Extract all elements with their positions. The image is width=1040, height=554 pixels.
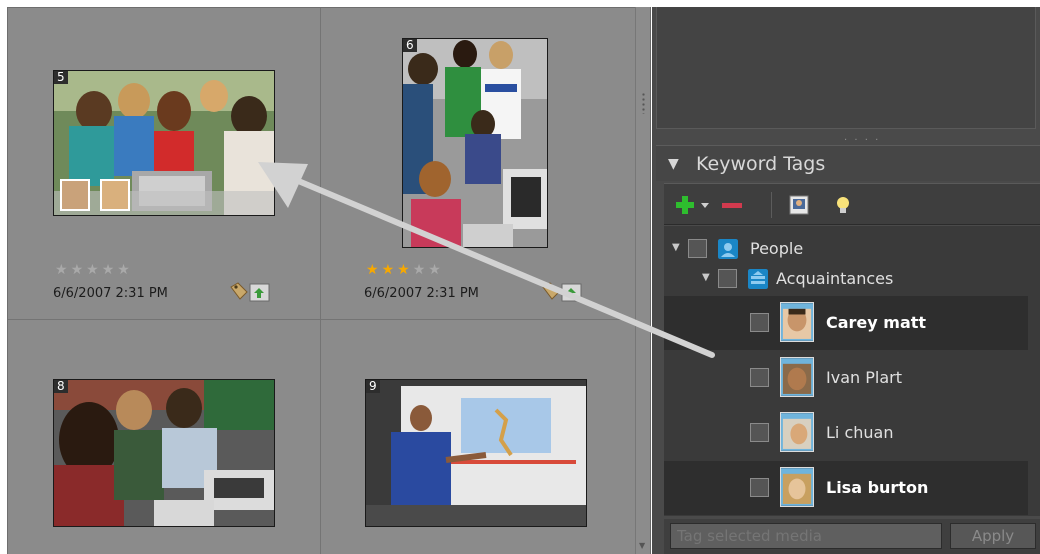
person-face-icon <box>780 412 814 452</box>
tag-info-icons-5[interactable] <box>228 281 274 303</box>
keyword-tags-panel: · · · · ▼ Keyword Tags ▼ People ▼ Acquai… <box>652 7 1040 554</box>
people-checkbox[interactable] <box>688 239 707 258</box>
star-icon[interactable]: ★ <box>55 262 71 278</box>
person-label[interactable]: Ivan Plart <box>826 368 902 387</box>
person-face-icon <box>780 357 814 397</box>
tag-info-icons-6[interactable] <box>540 281 586 303</box>
person-face-icon <box>780 302 814 342</box>
keyword-tree: ▼ People ▼ Acquaintances Carey matt Ivan… <box>664 226 1040 516</box>
person-label[interactable]: Lisa burton <box>826 478 928 497</box>
person-row-lisa[interactable]: Lisa burton <box>664 461 1028 515</box>
person-checkbox[interactable] <box>750 478 769 497</box>
toolbar-separator <box>771 192 772 218</box>
photo-thumbnail-9[interactable]: 9 <box>365 379 587 527</box>
expand-triangle-icon[interactable]: ▼ <box>668 156 679 172</box>
person-label[interactable]: Carey matt <box>826 313 926 332</box>
person-row-carey[interactable]: Carey matt <box>664 296 1028 350</box>
photo-date-5: 6/6/2007 2:31 PM <box>53 286 168 301</box>
grid-divider-horizontal <box>8 319 635 320</box>
person-face-icon <box>780 467 814 507</box>
star-icon[interactable]: ★ <box>397 262 413 278</box>
dropdown-arrow-icon[interactable] <box>700 194 710 216</box>
star-icon[interactable]: ★ <box>102 262 118 278</box>
panel-splitter[interactable]: ▼ <box>635 7 651 554</box>
photo-image <box>54 71 274 215</box>
star-icon[interactable]: ★ <box>117 262 133 278</box>
add-tag-icon[interactable] <box>674 194 696 216</box>
photo-date-6: 6/6/2007 2:31 PM <box>364 286 479 301</box>
photo-thumbnail-5[interactable]: 5 <box>53 70 275 216</box>
scroll-down-icon[interactable]: ▼ <box>639 541 645 550</box>
star-icon[interactable]: ★ <box>413 262 429 278</box>
photo-grid: 5 ★★★★★ 6/6/2007 2:31 PM 6 ★★★★★ 6/6/200… <box>7 7 635 554</box>
photo-number: 8 <box>54 380 68 393</box>
photo-number: 6 <box>403 39 417 52</box>
photo-number: 9 <box>366 380 380 393</box>
expand-acquaintances-icon[interactable]: ▼ <box>702 272 710 283</box>
person-checkbox[interactable] <box>750 423 769 442</box>
star-icon[interactable]: ★ <box>86 262 102 278</box>
photo-thumbnail-8[interactable]: 8 <box>53 379 275 527</box>
photo-thumbnail-6[interactable]: 6 <box>402 38 548 248</box>
apply-button[interactable]: Apply <box>950 523 1036 549</box>
acquaintances-category-icon <box>748 269 768 289</box>
tag-selected-media-input[interactable] <box>670 523 942 549</box>
grid-divider-vertical <box>320 8 321 554</box>
splitter-grip-icon[interactable] <box>642 92 645 114</box>
tag-footer: Apply <box>664 519 1040 554</box>
rating-stars-6[interactable]: ★★★★★ <box>366 262 444 278</box>
person-label[interactable]: Li chuan <box>826 423 893 442</box>
photo-image <box>366 380 586 526</box>
person-checkbox[interactable] <box>750 368 769 387</box>
photo-image <box>54 380 274 526</box>
star-icon[interactable]: ★ <box>428 262 444 278</box>
rating-stars-5[interactable]: ★★★★★ <box>55 262 133 278</box>
keyword-toolbar <box>664 183 1040 225</box>
person-row-ivan[interactable]: Ivan Plart <box>664 351 1028 405</box>
remove-tag-icon[interactable] <box>720 194 744 216</box>
panel-title: Keyword Tags <box>696 153 826 175</box>
category-label-people[interactable]: People <box>750 239 803 258</box>
person-tag-icon[interactable] <box>788 194 810 216</box>
category-label-acquaintances[interactable]: Acquaintances <box>776 269 893 288</box>
people-category-icon <box>718 239 738 259</box>
photo-image <box>403 39 547 247</box>
acquaintances-checkbox[interactable] <box>718 269 737 288</box>
star-icon[interactable]: ★ <box>366 262 382 278</box>
expand-people-icon[interactable]: ▼ <box>672 242 680 253</box>
person-row-li[interactable]: Li chuan <box>664 406 1028 460</box>
star-icon[interactable]: ★ <box>71 262 87 278</box>
star-icon[interactable]: ★ <box>382 262 398 278</box>
photo-number: 5 <box>54 71 68 84</box>
lightbulb-icon[interactable] <box>834 194 852 216</box>
upper-panel <box>656 7 1036 129</box>
person-checkbox[interactable] <box>750 313 769 332</box>
keyword-tags-header[interactable]: ▼ Keyword Tags <box>656 145 1040 181</box>
